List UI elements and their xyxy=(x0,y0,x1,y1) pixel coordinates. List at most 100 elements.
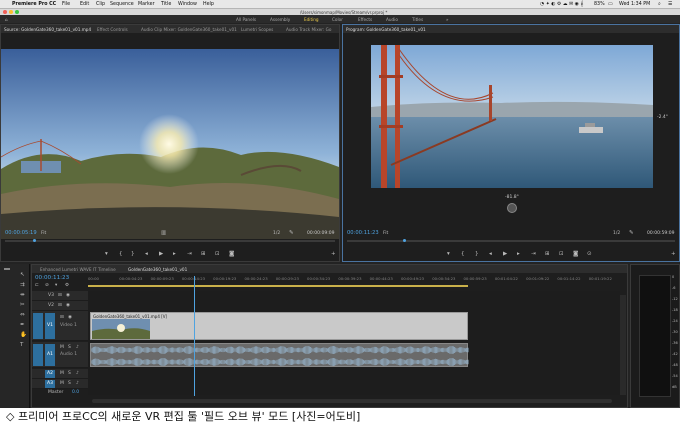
source-patch-a1[interactable] xyxy=(33,344,43,366)
eye-icon[interactable]: ◉ xyxy=(66,303,70,308)
tab-audio-track-mixer[interactable]: Audio Track Mixer: Go xyxy=(286,27,331,32)
timeline-playhead[interactable] xyxy=(194,276,196,396)
menu-edit[interactable]: Edit xyxy=(80,2,89,7)
add-marker-icon[interactable]: ▾ xyxy=(55,283,57,288)
source-scrub-bar[interactable] xyxy=(5,240,335,242)
step-forward-icon[interactable]: ▸ xyxy=(173,251,176,257)
zoom-icon[interactable] xyxy=(15,10,19,14)
source-playhead[interactable] xyxy=(33,239,36,242)
program-timecode[interactable]: 00:00:11:23 xyxy=(347,230,379,236)
add-button-icon[interactable]: + xyxy=(331,251,336,257)
source-patch-v1[interactable] xyxy=(33,313,43,339)
track-select-tool-icon[interactable]: ⇉ xyxy=(20,282,25,288)
battery-icon[interactable]: ▭ xyxy=(608,2,613,7)
wrench-icon[interactable]: ✎ xyxy=(289,230,294,236)
program-playhead[interactable] xyxy=(403,239,406,242)
add-button-icon[interactable]: + xyxy=(671,251,676,257)
vr-orientation-icon[interactable] xyxy=(507,203,517,213)
razor-tool-icon[interactable]: ✂ xyxy=(20,302,25,308)
mic-icon[interactable]: ♪ xyxy=(76,345,79,350)
timeline-v-scrollbar[interactable] xyxy=(620,295,626,395)
extract-icon[interactable]: ⊡ xyxy=(559,251,564,257)
program-scrub-bar[interactable] xyxy=(347,240,675,242)
go-to-out-icon[interactable]: ⇥ xyxy=(187,251,192,257)
workspace-titles[interactable]: Titles xyxy=(412,17,423,22)
timeline-settings-icon[interactable]: ⚙ xyxy=(65,283,69,288)
solo-icon[interactable]: S xyxy=(68,381,71,386)
timeline-timecode[interactable]: 00:00:11:23 xyxy=(35,275,69,281)
lock-icon[interactable]: ⊟ xyxy=(58,303,62,308)
export-frame-icon[interactable]: ◙ xyxy=(229,251,234,257)
selection-tool-icon[interactable]: ↖ xyxy=(20,272,25,278)
linked-selection-icon[interactable]: ⊘ xyxy=(45,283,49,288)
lock-icon[interactable]: ⊟ xyxy=(60,315,64,320)
slip-tool-icon[interactable]: ⇔ xyxy=(20,312,25,318)
workspace-all-panels[interactable]: All Panels xyxy=(236,17,256,22)
mark-out-icon[interactable]: { xyxy=(119,251,123,257)
program-resolution-select[interactable]: 1/2 xyxy=(613,231,620,236)
eye-icon[interactable]: ◉ xyxy=(68,315,72,320)
snap-icon[interactable]: ⊏ xyxy=(35,283,39,288)
export-frame-icon[interactable]: ◙ xyxy=(573,251,578,257)
source-resolution-select[interactable]: 1/2 xyxy=(273,231,280,236)
tab-program[interactable]: Program: GoldenGate360_take01_v01 xyxy=(346,27,426,32)
search-icon[interactable]: ⌕ xyxy=(658,2,661,7)
minimize-icon[interactable] xyxy=(9,10,13,14)
mute-icon[interactable]: M xyxy=(60,381,64,386)
track-id[interactable]: V1 xyxy=(47,323,53,328)
overwrite-icon[interactable]: ⊡ xyxy=(215,251,220,257)
menu-marker[interactable]: Marker xyxy=(138,2,155,7)
track-id[interactable]: V3 xyxy=(48,293,54,298)
eye-icon[interactable]: ◉ xyxy=(66,293,70,298)
tab-effect-controls[interactable]: Effect Controls xyxy=(97,27,128,32)
list-icon[interactable]: ☰ xyxy=(668,2,672,7)
menu-clip[interactable]: Clip xyxy=(96,2,105,7)
solo-icon[interactable]: S xyxy=(68,345,71,350)
tab-lumetri-scopes[interactable]: Lumetri Scopes xyxy=(241,27,273,32)
step-back-icon[interactable]: ◂ xyxy=(145,251,148,257)
track-id[interactable]: A3 xyxy=(47,381,53,386)
program-video-frame[interactable] xyxy=(371,45,653,188)
audio-clip[interactable] xyxy=(90,343,469,367)
workspace-audio[interactable]: Audio xyxy=(386,17,398,22)
source-fit-select[interactable]: Fit xyxy=(41,231,46,236)
close-icon[interactable] xyxy=(3,10,7,14)
workspace-effects[interactable]: Effects xyxy=(358,17,372,22)
work-area-bar[interactable] xyxy=(88,285,468,287)
master-volume[interactable]: 0.0 xyxy=(72,390,79,395)
tab-sequence[interactable]: GoldenGate360_take01_v01 xyxy=(128,267,187,272)
vr-angle-bottom[interactable]: -81.8° xyxy=(505,195,519,200)
menu-clock[interactable]: Wed 1:34 PM xyxy=(619,2,650,7)
step-back-icon[interactable]: ◂ xyxy=(489,251,492,257)
pen-tool-icon[interactable]: ✒ xyxy=(20,322,25,328)
workspace-assembly[interactable]: Assembly xyxy=(270,17,290,22)
vr-video-toggle-icon[interactable]: ⊙ xyxy=(587,251,592,257)
app-name[interactable]: Premiere Pro CC xyxy=(12,2,56,7)
insert-icon[interactable]: ⊞ xyxy=(201,251,206,257)
mark-in-icon[interactable]: ▾ xyxy=(447,251,450,257)
track-id[interactable]: A2 xyxy=(47,371,53,376)
mic-icon[interactable]: ♪ xyxy=(76,381,79,386)
play-icon[interactable]: ▶ xyxy=(503,251,507,257)
mark-out-icon[interactable]: { xyxy=(461,251,465,257)
workspace-editing[interactable]: Editing xyxy=(304,17,319,22)
workspace-color[interactable]: Color xyxy=(332,17,343,22)
source-timecode[interactable]: 00:00:05:19 xyxy=(5,230,37,236)
video-clip[interactable]: GoldenGate360_take01_v01.mp4 [V] xyxy=(90,312,468,340)
vr-icon[interactable]: ▥ xyxy=(161,230,166,236)
menu-file[interactable]: File xyxy=(62,2,70,7)
home-icon[interactable]: ⌂ xyxy=(5,17,8,22)
mute-icon[interactable]: M xyxy=(60,371,64,376)
time-ruler[interactable]: 00:0000:00:04:2300:00:09:2300:00:14:2300… xyxy=(88,276,620,284)
program-fit-select[interactable]: Fit xyxy=(383,231,388,236)
vr-angle-right[interactable]: -2.4° xyxy=(657,115,668,120)
timeline-h-scrollbar[interactable] xyxy=(92,399,612,403)
hand-tool-icon[interactable]: ✋ xyxy=(20,332,27,338)
tab-lumetri-timeline[interactable]: Enhanced Lumetri WAVE IT Timeline xyxy=(40,267,116,272)
ripple-edit-tool-icon[interactable]: ⇹ xyxy=(20,292,25,298)
go-to-out-icon[interactable]: ⇥ xyxy=(531,251,536,257)
track-id[interactable]: A1 xyxy=(47,352,53,357)
lock-icon[interactable]: ⊟ xyxy=(58,293,62,298)
track-id[interactable]: V2 xyxy=(48,303,54,308)
text-tool-icon[interactable]: T xyxy=(20,342,23,348)
